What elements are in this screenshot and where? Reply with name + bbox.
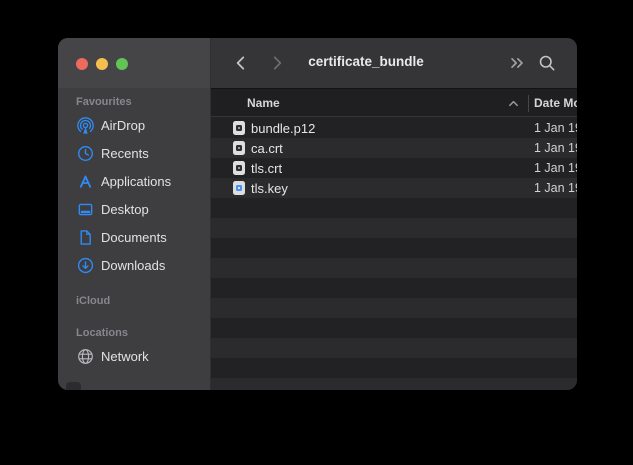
- sidebar-item-documents[interactable]: Documents: [58, 223, 210, 251]
- file-list: bundle.p12 1 Jan 19 ca.crt 1 Jan 19 tls.…: [211, 118, 577, 390]
- column-header-row: Name Date Modified: [211, 88, 577, 117]
- sidebar-item-label: Network: [101, 349, 149, 364]
- column-header-name[interactable]: Name: [247, 96, 280, 110]
- back-button[interactable]: [229, 51, 253, 75]
- sidebar-item-network[interactable]: Network: [58, 342, 210, 370]
- toolbar: certificate_bundle: [211, 38, 577, 88]
- generic-document-icon: [233, 121, 245, 135]
- column-header-date-modified[interactable]: Date Modified: [534, 96, 577, 110]
- file-date-modified: 1 Jan 19: [534, 121, 577, 135]
- sidebar: Favourites AirDrop: [58, 38, 210, 390]
- file-name: tls.crt: [251, 161, 282, 176]
- clock-icon: [77, 145, 94, 162]
- close-button[interactable]: [76, 58, 88, 70]
- sidebar-item-recents[interactable]: Recents: [58, 139, 210, 167]
- sidebar-item-desktop[interactable]: Desktop: [58, 195, 210, 223]
- sidebar-section-favourites: Favourites: [76, 96, 192, 109]
- sidebar-item-label: Desktop: [101, 202, 149, 217]
- sidebar-item-label: Recents: [101, 146, 149, 161]
- generic-document-icon: [233, 161, 245, 175]
- applications-a-icon: [77, 173, 94, 190]
- sidebar-item-label: Downloads: [101, 258, 165, 273]
- finder-window: Favourites AirDrop: [58, 38, 577, 390]
- zoom-button[interactable]: [116, 58, 128, 70]
- minimize-button[interactable]: [96, 58, 108, 70]
- sidebar-item-downloads[interactable]: Downloads: [58, 251, 210, 279]
- file-row-tls-crt[interactable]: tls.crt 1 Jan 19: [211, 158, 577, 178]
- document-icon: [77, 229, 94, 246]
- file-date-modified: 1 Jan 19: [534, 161, 577, 175]
- cutoff-sidebar-icon: [66, 382, 81, 390]
- file-name: bundle.p12: [251, 121, 315, 136]
- generic-document-icon: [233, 141, 245, 155]
- window-title: certificate_bundle: [286, 54, 446, 69]
- downloads-icon: [77, 257, 94, 274]
- traffic-lights: [76, 58, 128, 70]
- file-row-ca-crt[interactable]: ca.crt 1 Jan 19: [211, 138, 577, 158]
- file-pane: certificate_bundle Name: [210, 38, 577, 390]
- file-date-modified: 1 Jan 19: [534, 181, 577, 195]
- desktop-background: Favourites AirDrop: [0, 0, 633, 465]
- sort-ascending-icon: [507, 99, 520, 108]
- column-divider[interactable]: [528, 95, 529, 112]
- more-toolbar-items-button[interactable]: [505, 51, 529, 75]
- file-row-bundle-p12[interactable]: bundle.p12 1 Jan 19: [211, 118, 577, 138]
- file-name: ca.crt: [251, 141, 283, 156]
- file-row-tls-key[interactable]: tls.key 1 Jan 19: [211, 178, 577, 198]
- sidebar-item-airdrop[interactable]: AirDrop: [58, 111, 210, 139]
- search-icon[interactable]: [535, 51, 559, 75]
- sidebar-item-label: AirDrop: [101, 118, 145, 133]
- file-name: tls.key: [251, 181, 288, 196]
- sidebar-section-icloud: iCloud: [76, 295, 192, 308]
- sidebar-item-applications[interactable]: Applications: [58, 167, 210, 195]
- desktop-icon: [77, 201, 94, 218]
- airdrop-icon: [77, 117, 94, 134]
- sidebar-item-label: Documents: [101, 230, 167, 245]
- file-date-modified: 1 Jan 19: [534, 141, 577, 155]
- globe-icon: [77, 348, 94, 365]
- key-document-icon: [233, 181, 245, 195]
- sidebar-section-locations: Locations: [76, 327, 192, 340]
- sidebar-item-label: Applications: [101, 174, 171, 189]
